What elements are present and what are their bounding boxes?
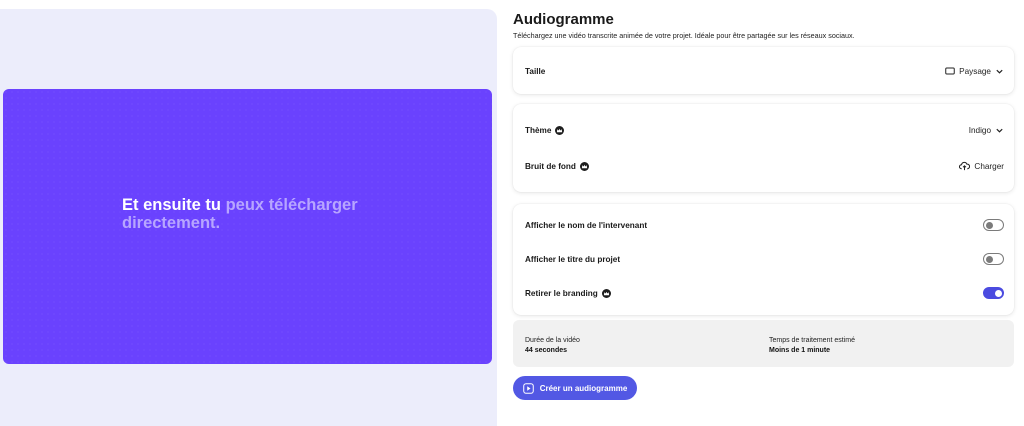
project-title-toggle[interactable]: [983, 253, 1004, 265]
upload-label: Charger: [974, 161, 1004, 171]
video-info: Durée de la vidéo 44 secondes Temps de t…: [513, 320, 1014, 367]
page-title: Audiogramme: [513, 11, 614, 28]
premium-crown-icon: [555, 125, 565, 135]
create-audiogram-button[interactable]: Créer un audiogramme: [513, 376, 637, 400]
premium-crown-icon: [579, 161, 589, 171]
preview-panel: Et ensuite tu peux télécharger directeme…: [0, 9, 497, 426]
upload-cloud-icon: [959, 161, 971, 171]
toggles-card: Afficher le nom de l'intervenant Affiche…: [513, 204, 1014, 315]
remove-branding-toggle[interactable]: [983, 287, 1004, 299]
create-audiogram-label: Créer un audiogramme: [539, 383, 628, 393]
background-noise-label: Bruit de fond: [525, 161, 576, 171]
size-select[interactable]: Paysage: [945, 67, 1004, 76]
size-value: Paysage: [959, 66, 991, 76]
page-subtitle: Téléchargez une vidéo transcrite animée …: [513, 31, 855, 40]
chevron-down-icon: [996, 128, 1003, 133]
duration-label: Durée de la vidéo: [525, 337, 580, 344]
preview-caption: Et ensuite tu peux télécharger directeme…: [122, 196, 402, 232]
theme-label: Thème: [525, 125, 552, 135]
duration-value: 44 secondes: [525, 347, 568, 354]
remove-branding-label: Retirer le branding: [525, 288, 598, 298]
speaker-name-toggle[interactable]: [983, 219, 1004, 231]
size-label: Taille: [525, 66, 546, 76]
upload-background-noise-button[interactable]: Charger: [959, 161, 1004, 171]
audiogram-preview: Et ensuite tu peux télécharger directeme…: [3, 89, 492, 364]
caption-spoken-text: Et ensuite tu: [122, 196, 226, 214]
settings-panel: Audiogramme Téléchargez une vidéo transc…: [513, 0, 1014, 426]
theme-select[interactable]: Indigo: [969, 126, 1004, 135]
size-card: Taille Paysage: [513, 47, 1014, 94]
premium-crown-icon: [601, 288, 611, 298]
theme-value: Indigo: [968, 125, 991, 135]
processing-time-label: Temps de traitement estimé: [769, 337, 855, 344]
chevron-down-icon: [996, 69, 1003, 74]
processing-time-value: Moins de 1 minute: [769, 347, 831, 354]
landscape-icon: [945, 67, 955, 75]
play-icon: [522, 382, 534, 394]
theme-card: Thème Indigo Bruit de fond Charger: [513, 104, 1014, 192]
speaker-name-label: Afficher le nom de l'intervenant: [525, 220, 648, 230]
project-title-label: Afficher le titre du projet: [525, 254, 621, 264]
